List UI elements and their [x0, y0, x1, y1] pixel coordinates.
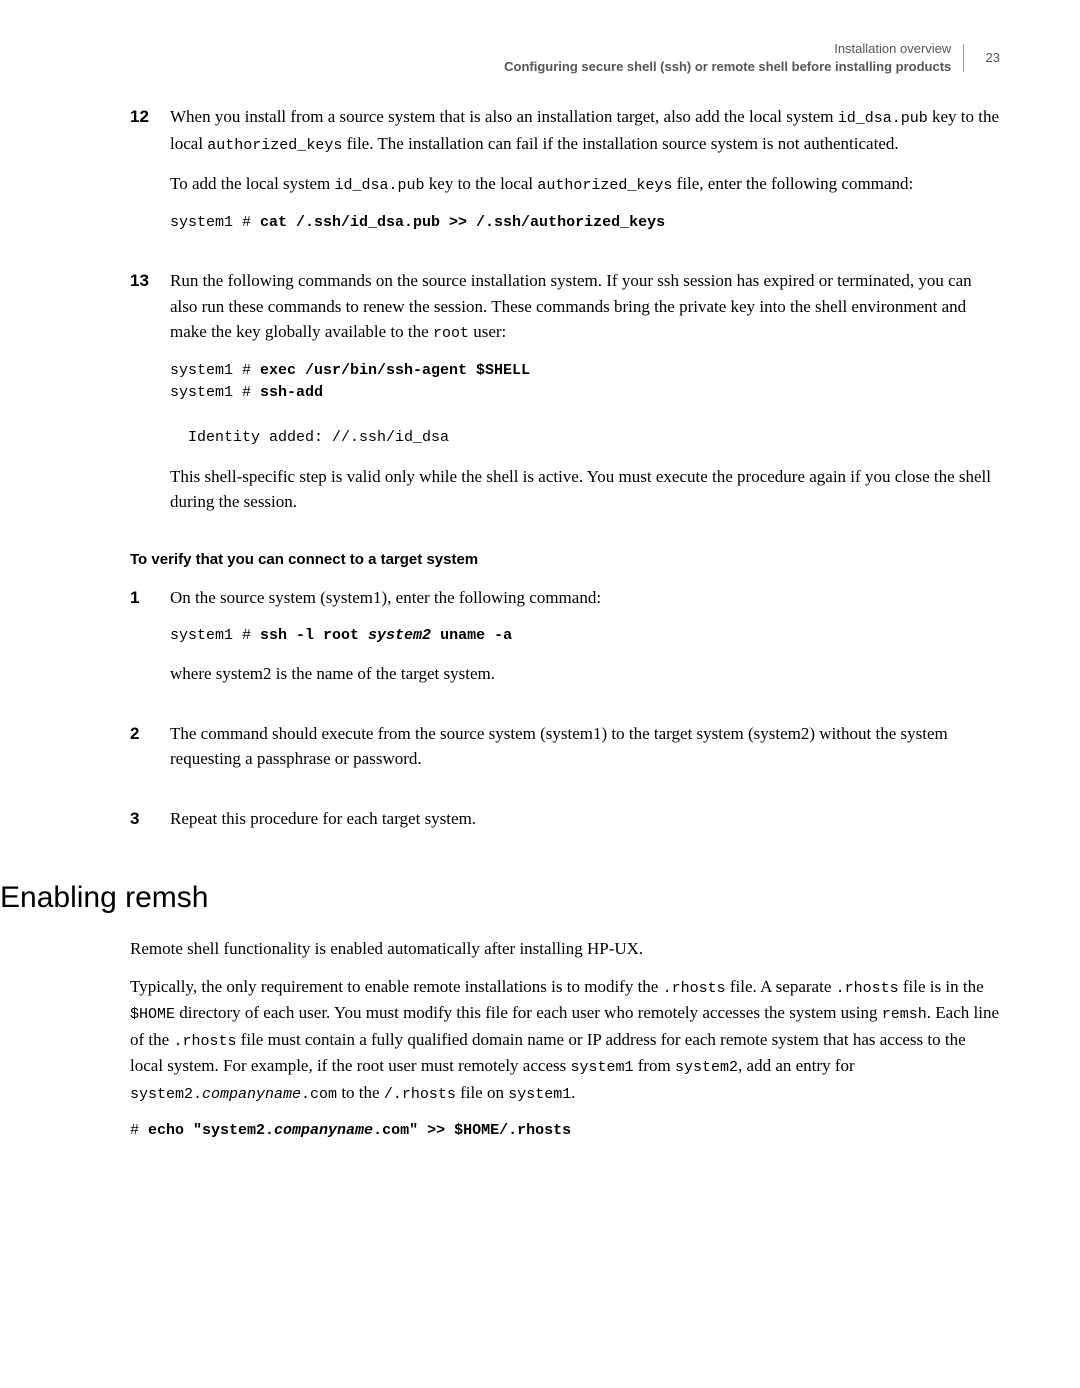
step13-p1: Run the following commands on the source… [170, 268, 1000, 346]
code-block: system1 # exec /usr/bin/ssh-agent $SHELL… [170, 360, 1000, 450]
verify-step-2: 2 The command should execute from the so… [130, 721, 1000, 786]
verify1-p1: On the source system (system1), enter th… [170, 585, 1000, 611]
header-line2: Configuring secure shell (ssh) or remote… [504, 59, 951, 74]
text: key to the local [425, 174, 538, 193]
step-number: 12 [130, 104, 170, 248]
step12-p2: To add the local system id_dsa.pub key t… [170, 171, 1000, 198]
text: When you install from a source system th… [170, 107, 838, 126]
code-prompt: # [130, 1122, 148, 1139]
step-body: The command should execute from the sour… [170, 721, 1000, 786]
inline-code: root [433, 325, 469, 342]
remsh-p1: Remote shell functionality is enabled au… [130, 936, 1000, 962]
step13-p2: This shell-specific step is valid only w… [170, 464, 1000, 515]
step-number: 2 [130, 721, 170, 786]
code-output: Identity added: //.ssh/id_dsa [170, 429, 449, 446]
code-prompt: system1 # [170, 627, 260, 644]
verify-step-1: 1 On the source system (system1), enter … [130, 585, 1000, 701]
code-command: .com" >> $HOME/.rhosts [373, 1122, 571, 1139]
section-heading: Enabling remsh [0, 875, 1000, 920]
inline-code: id_dsa.pub [838, 110, 928, 127]
inline-code: system1 [508, 1086, 571, 1103]
inline-code: system2. [130, 1086, 202, 1103]
inline-code: .rhosts [836, 980, 899, 997]
text: file is in the [899, 977, 984, 996]
step-12: 12 When you install from a source system… [130, 104, 1000, 248]
code-block: system1 # ssh -l root system2 uname -a [170, 625, 1000, 648]
text: file, enter the following command: [672, 174, 913, 193]
text: from [633, 1056, 675, 1075]
text: file. The installation can fail if the i… [342, 134, 898, 153]
text: directory of each user. You must modify … [175, 1003, 882, 1022]
step-body: When you install from a source system th… [170, 104, 1000, 248]
code-block: system1 # cat /.ssh/id_dsa.pub >> /.ssh/… [170, 212, 1000, 235]
verify-heading: To verify that you can connect to a targ… [130, 549, 1000, 572]
remsh-p2: Typically, the only requirement to enabl… [130, 974, 1000, 1107]
text: Typically, the only requirement to enabl… [130, 977, 663, 996]
code-prompt: system1 # [170, 384, 260, 401]
inline-code: authorized_keys [207, 137, 342, 154]
page-header: Installation overview Configuring secure… [130, 40, 1000, 76]
code-command: uname -a [431, 627, 512, 644]
code-arg: companyname [274, 1122, 373, 1139]
verify-step-3: 3 Repeat this procedure for each target … [130, 806, 1000, 846]
inline-code: companyname [202, 1086, 301, 1103]
header-text: Installation overview Configuring secure… [504, 40, 951, 76]
code-command: echo "system2. [148, 1122, 274, 1139]
code-prompt: system1 # [170, 214, 260, 231]
remsh-body: Remote shell functionality is enabled au… [130, 936, 1000, 1143]
text: file. A separate [726, 977, 836, 996]
text: To add the local system [170, 174, 335, 193]
step-body: On the source system (system1), enter th… [170, 585, 1000, 701]
inline-code: /.rhosts [384, 1086, 456, 1103]
text: user: [469, 322, 506, 341]
page-number: 23 [986, 50, 1000, 65]
text: to the [337, 1083, 384, 1102]
step-number: 3 [130, 806, 170, 846]
inline-code: $HOME [130, 1006, 175, 1023]
inline-code: .com [301, 1086, 337, 1103]
header-line1: Installation overview [834, 41, 951, 56]
step-body: Repeat this procedure for each target sy… [170, 806, 1000, 846]
code-block: # echo "system2.companyname.com" >> $HOM… [130, 1120, 1000, 1143]
code-command: ssh-add [260, 384, 323, 401]
text: Run the following commands on the source… [170, 271, 972, 341]
code-command: cat /.ssh/id_dsa.pub >> /.ssh/authorized… [260, 214, 665, 231]
step-number: 1 [130, 585, 170, 701]
code-prompt: system1 # [170, 362, 260, 379]
header-divider [963, 44, 964, 72]
text: file on [456, 1083, 508, 1102]
step-13: 13 Run the following commands on the sou… [130, 268, 1000, 529]
code-arg: system2 [368, 627, 431, 644]
verify2-p1: The command should execute from the sour… [170, 721, 1000, 772]
inline-code: id_dsa.pub [335, 177, 425, 194]
step-body: Run the following commands on the source… [170, 268, 1000, 529]
step-number: 13 [130, 268, 170, 529]
code-command: ssh -l root [260, 627, 368, 644]
verify1-p2: where system2 is the name of the target … [170, 661, 1000, 687]
text: . [571, 1083, 575, 1102]
inline-code: .rhosts [663, 980, 726, 997]
step12-p1: When you install from a source system th… [170, 104, 1000, 157]
inline-code: .rhosts [173, 1033, 236, 1050]
inline-code: system1 [570, 1059, 633, 1076]
text: , add an entry for [738, 1056, 855, 1075]
inline-code: authorized_keys [537, 177, 672, 194]
inline-code: remsh [882, 1006, 927, 1023]
code-command: exec /usr/bin/ssh-agent $SHELL [260, 362, 530, 379]
verify3-p1: Repeat this procedure for each target sy… [170, 806, 1000, 832]
inline-code: system2 [675, 1059, 738, 1076]
